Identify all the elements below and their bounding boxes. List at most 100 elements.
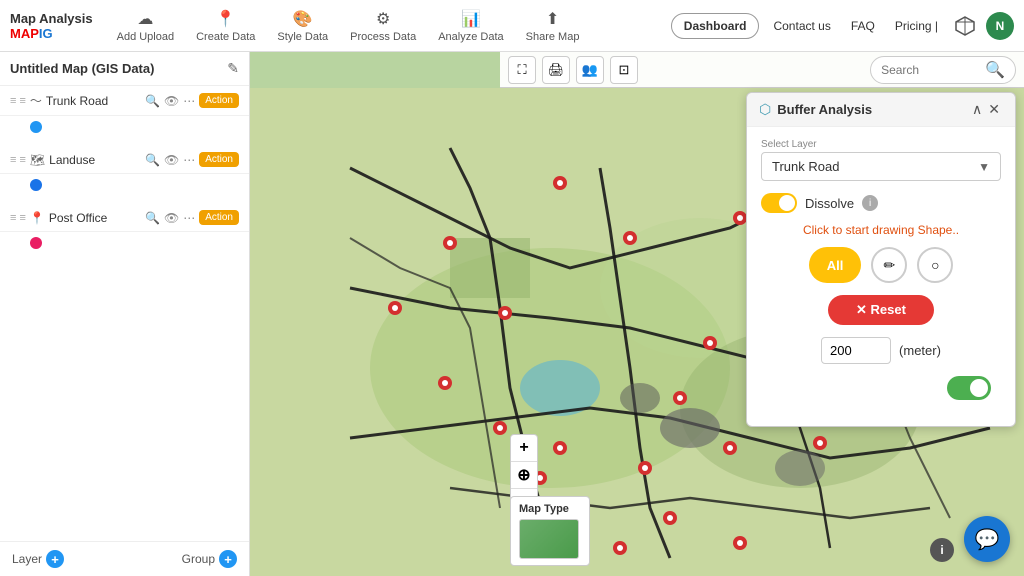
minimize-button[interactable]: ∧ xyxy=(969,101,985,118)
zoom-extent-btn[interactable]: ⛶ xyxy=(508,56,536,84)
map-type-label: Map Type xyxy=(519,503,581,515)
analyze-icon: 📊 xyxy=(461,9,481,29)
chat-bubble[interactable]: 💬 xyxy=(964,516,1010,562)
dissolve-label: Dissolve xyxy=(805,196,854,211)
buffer-icon: ⬡ xyxy=(759,101,771,118)
search-input[interactable] xyxy=(881,63,981,77)
circle-icon: ○ xyxy=(931,257,939,273)
meter-row: (meter) xyxy=(761,337,1001,364)
draw-shape-text: Click to start drawing Shape.. xyxy=(761,223,1001,237)
buffer-title: Buffer Analysis xyxy=(777,102,969,117)
dissolve-info-icon[interactable]: i xyxy=(862,195,878,211)
info-icon: i xyxy=(940,543,943,557)
plus-icon: + xyxy=(46,550,64,568)
drag-handle[interactable]: ≡ ≡ xyxy=(10,95,26,107)
more-icon-2[interactable]: ⋯ xyxy=(183,153,195,167)
panel-header: Untitled Map (GIS Data) ✎ xyxy=(0,52,249,86)
buffer-content: Select Layer Trunk Road ▼ Dissolve i Cli… xyxy=(747,127,1015,412)
edit-icon[interactable]: ✎ xyxy=(227,60,239,77)
layer-actions-landuse: 🔍 👁 ⋯ Action xyxy=(145,152,239,167)
logo: Map Analysis MAPIG xyxy=(10,11,93,41)
layer-item-post-office: ≡ ≡ 📍 Post Office 🔍 👁 ⋯ Action xyxy=(0,204,249,232)
add-group-button[interactable]: Group + xyxy=(182,550,237,568)
grid-btn[interactable]: ⊡ xyxy=(610,56,638,84)
search-icon: 🔍 xyxy=(985,60,1005,80)
main-area: Untitled Map (GIS Data) ✎ ≡ ≡ 〜 Trunk Ro… xyxy=(0,52,1024,576)
faq-button[interactable]: FAQ xyxy=(845,14,881,38)
select-layer-dropdown[interactable]: Trunk Road ▼ xyxy=(761,152,1001,181)
circle-draw-button[interactable]: ○ xyxy=(917,247,953,283)
print-btn[interactable]: 🖨 xyxy=(542,56,570,84)
create-icon: 📍 xyxy=(216,9,236,29)
meter-unit-label: (meter) xyxy=(899,343,941,358)
search-layer-icon-3[interactable]: 🔍 xyxy=(145,211,160,225)
nav-create-data[interactable]: 📍 Create Data xyxy=(188,5,263,47)
app-logo-sub: MAPIG xyxy=(10,26,53,41)
layer-dot-row-landuse xyxy=(0,174,249,204)
more-icon[interactable]: ⋯ xyxy=(183,94,195,108)
chat-icon: 💬 xyxy=(975,527,1000,552)
pencil-draw-button[interactable]: ✏ xyxy=(871,247,907,283)
all-shapes-button[interactable]: All xyxy=(809,247,862,283)
search-layer-icon[interactable]: 🔍 xyxy=(145,94,160,108)
shape-buttons: All ✏ ○ xyxy=(761,247,1001,283)
compass-btn[interactable]: ⊕ xyxy=(511,462,537,488)
zoom-in-btn[interactable]: + xyxy=(511,435,537,461)
layer-dot-row-trunk xyxy=(0,116,249,146)
share-icon: ⬆ xyxy=(546,9,559,29)
map-area[interactable]: ⛶ 🖨 👥 ⊡ 🔍 xyxy=(250,52,1024,576)
layer-color-dot-2 xyxy=(30,179,42,191)
user-avatar[interactable]: N xyxy=(986,12,1014,40)
layer-actions-post: 🔍 👁 ⋯ Action xyxy=(145,210,239,225)
eye-icon[interactable]: 👁 xyxy=(164,94,179,108)
map-type-box[interactable]: Map Type xyxy=(510,496,590,566)
add-layer-button[interactable]: Layer + xyxy=(12,550,64,568)
layer-item-landuse: ≡ ≡ 🗺 Landuse 🔍 👁 ⋯ Action xyxy=(0,146,249,174)
select-layer-label: Select Layer xyxy=(761,139,1001,150)
post-office-icon: 📍 xyxy=(30,211,45,225)
layer-color-dot xyxy=(30,121,42,133)
eye-icon-3[interactable]: 👁 xyxy=(164,211,179,225)
pricing-button[interactable]: Pricing | xyxy=(889,14,944,38)
search-layer-icon-2[interactable]: 🔍 xyxy=(145,153,160,167)
left-panel: Untitled Map (GIS Data) ✎ ≡ ≡ 〜 Trunk Ro… xyxy=(0,52,250,576)
map-toolbar: ⛶ 🖨 👥 ⊡ 🔍 xyxy=(500,52,1024,88)
nav-style-data[interactable]: 🎨 Style Data xyxy=(269,5,336,47)
action-button-post[interactable]: Action xyxy=(199,210,239,225)
plus-icon-group: + xyxy=(219,550,237,568)
dissolve-toggle[interactable] xyxy=(761,193,797,213)
3d-cube-icon xyxy=(952,13,978,39)
panel-title: Untitled Map (GIS Data) xyxy=(10,61,221,76)
nav-add-upload[interactable]: ☁ Add Upload xyxy=(109,5,183,47)
drag-handle-post[interactable]: ≡ ≡ xyxy=(10,212,26,224)
topbar: Map Analysis MAPIG ☁ Add Upload 📍 Create… xyxy=(0,0,1024,52)
measure-btn[interactable]: 👥 xyxy=(576,56,604,84)
nav-process-data[interactable]: ⚙ Process Data xyxy=(342,5,424,47)
upload-icon: ☁ xyxy=(137,9,153,29)
drag-handle-landuse[interactable]: ≡ ≡ xyxy=(10,154,26,166)
info-button[interactable]: i xyxy=(930,538,954,562)
meter-input[interactable] xyxy=(821,337,891,364)
panel-footer: Layer + Group + xyxy=(0,541,249,576)
eye-icon-2[interactable]: 👁 xyxy=(164,153,179,167)
more-icon-3[interactable]: ⋯ xyxy=(183,211,195,225)
execute-toggle[interactable] xyxy=(947,376,991,400)
search-box[interactable]: 🔍 xyxy=(870,56,1016,84)
dropdown-arrow-icon: ▼ xyxy=(978,160,990,174)
reset-button[interactable]: Reset xyxy=(828,295,934,325)
nav-share-map[interactable]: ⬆ Share Map xyxy=(518,5,588,47)
layer-color-dot-3 xyxy=(30,237,42,249)
layer-item-trunk-road: ≡ ≡ 〜 Trunk Road 🔍 👁 ⋯ Action xyxy=(0,86,249,116)
pencil-icon: ✏ xyxy=(883,257,895,274)
process-icon: ⚙ xyxy=(376,9,390,29)
dissolve-row: Dissolve i xyxy=(761,193,1001,213)
landuse-icon: 🗺 xyxy=(30,153,45,167)
close-button[interactable]: ✕ xyxy=(985,101,1003,118)
dashboard-button[interactable]: Dashboard xyxy=(671,13,760,39)
map-type-thumbnail[interactable] xyxy=(519,519,579,559)
action-button-trunk[interactable]: Action xyxy=(199,93,239,108)
contact-button[interactable]: Contact us xyxy=(767,14,836,38)
nav-analyze-data[interactable]: 📊 Analyze Data xyxy=(430,5,511,47)
action-button-landuse[interactable]: Action xyxy=(199,152,239,167)
buffer-panel: ⬡ Buffer Analysis ∧ ✕ Select Layer Trunk… xyxy=(746,92,1016,427)
